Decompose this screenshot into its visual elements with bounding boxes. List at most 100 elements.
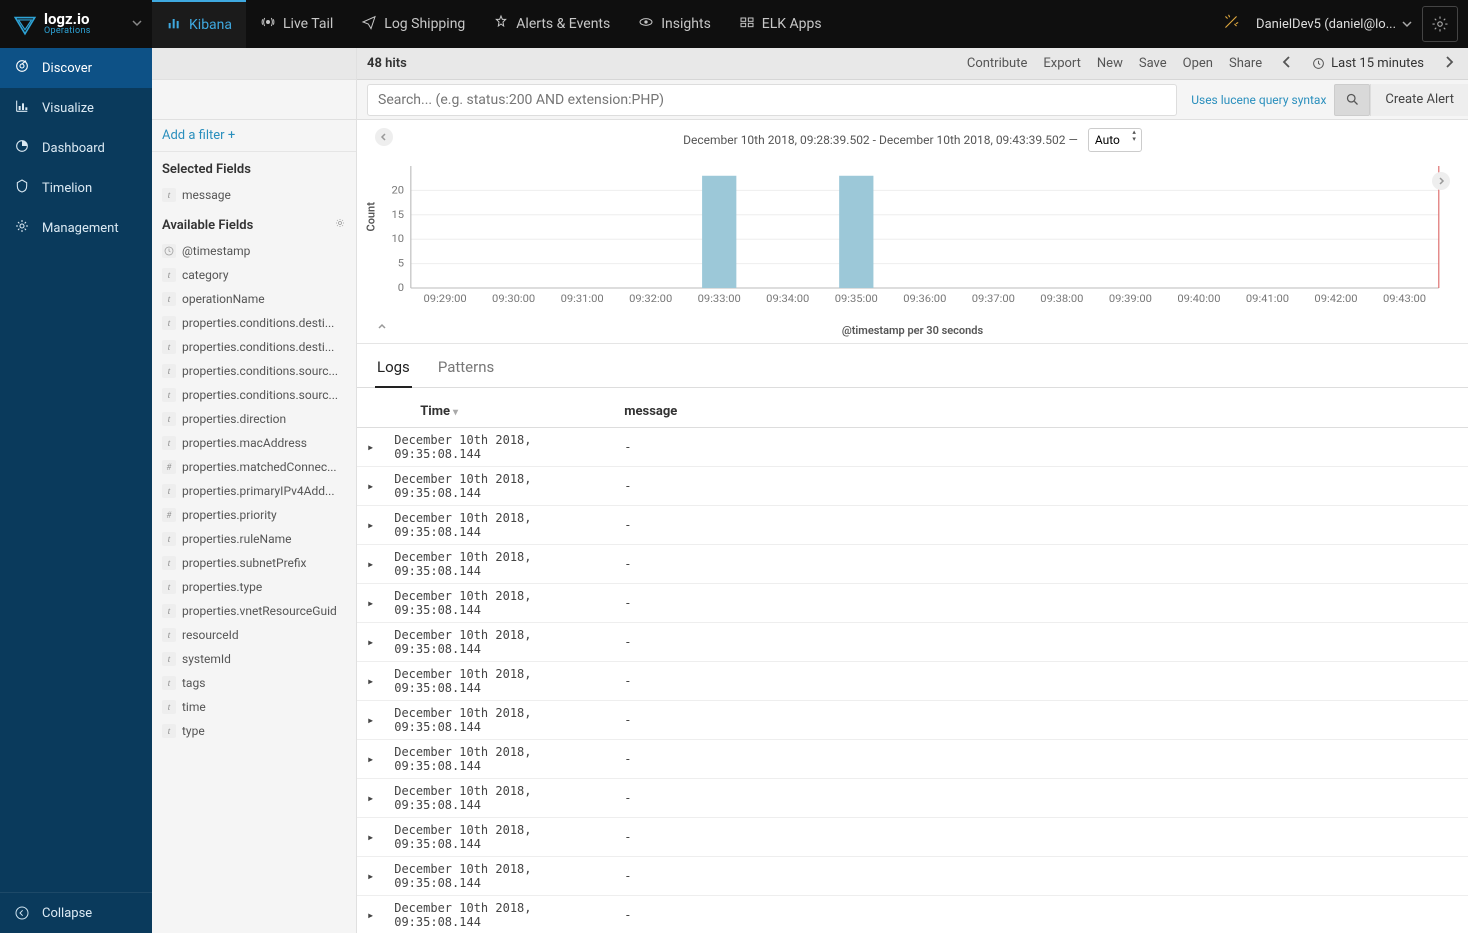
- expand-row-icon[interactable]: ▸: [357, 857, 384, 896]
- leftnav-item-discover[interactable]: Discover: [0, 48, 152, 88]
- field-properties-priority[interactable]: #properties.priority: [152, 503, 356, 527]
- lucene-syntax-link[interactable]: Uses lucene query syntax: [1183, 93, 1334, 107]
- field-properties-vnetresourceguid[interactable]: tproperties.vnetResourceGuid: [152, 599, 356, 623]
- table-row[interactable]: ▸December 10th 2018, 09:35:08.144-: [357, 506, 1468, 545]
- magic-wand-icon[interactable]: [1216, 7, 1246, 41]
- table-row[interactable]: ▸December 10th 2018, 09:35:08.144-: [357, 740, 1468, 779]
- user-menu[interactable]: DanielDev5 (daniel@lo...: [1256, 17, 1412, 32]
- expand-row-icon[interactable]: ▸: [357, 506, 384, 545]
- time-range-picker[interactable]: Last 15 minutes: [1312, 56, 1424, 71]
- table-row[interactable]: ▸December 10th 2018, 09:35:08.144-: [357, 701, 1468, 740]
- search-input[interactable]: [367, 84, 1177, 116]
- column-header-time[interactable]: Time▾: [384, 396, 614, 428]
- leftnav-item-dashboard[interactable]: Dashboard: [0, 128, 152, 168]
- toolbar-link-new[interactable]: New: [1097, 56, 1123, 71]
- field-resourceid[interactable]: tresourceId: [152, 623, 356, 647]
- table-row[interactable]: ▸December 10th 2018, 09:35:08.144-: [357, 584, 1468, 623]
- gear-icon: [1431, 15, 1449, 33]
- table-row[interactable]: ▸December 10th 2018, 09:35:08.144-: [357, 545, 1468, 584]
- field-category[interactable]: tcategory: [152, 263, 356, 287]
- histogram-svg: 0510152009:29:0009:30:0009:31:0009:32:00…: [375, 160, 1450, 310]
- field-type-icon: [162, 244, 176, 258]
- create-alert-button[interactable]: Create Alert: [1370, 84, 1468, 116]
- column-header-message[interactable]: message: [614, 396, 1468, 428]
- table-row[interactable]: ▸December 10th 2018, 09:35:08.144-: [357, 818, 1468, 857]
- toolbar-link-open[interactable]: Open: [1183, 56, 1213, 71]
- field-tags[interactable]: ttags: [152, 671, 356, 695]
- field-properties-direction[interactable]: tproperties.direction: [152, 407, 356, 431]
- chart-scroll-right-button[interactable]: [1432, 172, 1450, 190]
- time-next-button[interactable]: [1440, 56, 1458, 72]
- field-properties-type[interactable]: tproperties.type: [152, 575, 356, 599]
- field-properties-subnetprefix[interactable]: tproperties.subnetPrefix: [152, 551, 356, 575]
- toolbar-link-contribute[interactable]: Contribute: [967, 56, 1028, 71]
- leftnav-item-visualize[interactable]: Visualize: [0, 88, 152, 128]
- chart-scroll-up-button[interactable]: [377, 321, 387, 336]
- svg-text:09:31:00: 09:31:00: [561, 293, 604, 305]
- nav-collapse[interactable]: Collapse: [0, 892, 152, 933]
- table-row[interactable]: ▸December 10th 2018, 09:35:08.144-: [357, 896, 1468, 933]
- table-row[interactable]: ▸December 10th 2018, 09:35:08.144-: [357, 428, 1468, 467]
- toolbar-link-save[interactable]: Save: [1139, 56, 1167, 71]
- field-type-icon: t: [162, 364, 176, 378]
- field-properties-conditions-desti-[interactable]: tproperties.conditions.desti...: [152, 311, 356, 335]
- expand-row-icon[interactable]: ▸: [357, 584, 384, 623]
- field-time[interactable]: ttime: [152, 695, 356, 719]
- topnav-item-alerts-events[interactable]: Alerts & Events: [479, 0, 624, 48]
- table-row[interactable]: ▸December 10th 2018, 09:35:08.144-: [357, 857, 1468, 896]
- interval-select[interactable]: Auto: [1088, 128, 1142, 152]
- expand-row-icon[interactable]: ▸: [357, 818, 384, 857]
- field-properties-matchedconnec-[interactable]: #properties.matchedConnec...: [152, 455, 356, 479]
- field-systemid[interactable]: tsystemId: [152, 647, 356, 671]
- expand-row-icon[interactable]: ▸: [357, 701, 384, 740]
- field-properties-primaryipv4add-[interactable]: tproperties.primaryIPv4Add...: [152, 479, 356, 503]
- field-properties-macaddress[interactable]: tproperties.macAddress: [152, 431, 356, 455]
- expand-row-icon[interactable]: ▸: [357, 740, 384, 779]
- tab-logs[interactable]: Logs: [375, 352, 412, 388]
- expand-row-icon[interactable]: ▸: [357, 896, 384, 933]
- hits-count: 48 hits: [357, 56, 417, 71]
- add-filter-link[interactable]: Add a filter +: [162, 128, 235, 143]
- fields-settings-icon[interactable]: [334, 217, 346, 233]
- table-row[interactable]: ▸December 10th 2018, 09:35:08.144-: [357, 467, 1468, 506]
- expand-row-icon[interactable]: ▸: [357, 662, 384, 701]
- left-nav: DiscoverVisualizeDashboardTimelionManage…: [0, 48, 152, 933]
- table-row[interactable]: ▸December 10th 2018, 09:35:08.144-: [357, 779, 1468, 818]
- field-properties-conditions-sourc-[interactable]: tproperties.conditions.sourc...: [152, 359, 356, 383]
- topnav-item-elk-apps[interactable]: ELK Apps: [725, 0, 836, 48]
- field-properties-rulename[interactable]: tproperties.ruleName: [152, 527, 356, 551]
- logo[interactable]: logz.io Operations: [0, 0, 152, 48]
- toolbar-link-export[interactable]: Export: [1043, 56, 1081, 71]
- topnav-item-insights[interactable]: Insights: [624, 0, 725, 48]
- toolbar: 48 hits Contribute Export New Save Open Share…: [357, 48, 1468, 80]
- svg-text:09:29:00: 09:29:00: [424, 293, 467, 305]
- field-type-icon: t: [162, 316, 176, 330]
- toolbar-link-share[interactable]: Share: [1229, 56, 1262, 71]
- nav-icon: [14, 138, 30, 158]
- table-row[interactable]: ▸December 10th 2018, 09:35:08.144-: [357, 662, 1468, 701]
- tab-patterns[interactable]: Patterns: [436, 352, 496, 387]
- expand-row-icon[interactable]: ▸: [357, 623, 384, 662]
- expand-row-icon[interactable]: ▸: [357, 779, 384, 818]
- expand-row-icon[interactable]: ▸: [357, 467, 384, 506]
- field-properties-conditions-sourc-[interactable]: tproperties.conditions.sourc...: [152, 383, 356, 407]
- field-type[interactable]: ttype: [152, 719, 356, 743]
- field--timestamp[interactable]: @timestamp: [152, 239, 356, 263]
- topnav-item-log-shipping[interactable]: Log Shipping: [347, 0, 479, 48]
- field-type-icon: #: [162, 508, 176, 522]
- settings-button[interactable]: [1422, 6, 1458, 42]
- leftnav-item-management[interactable]: Management: [0, 208, 152, 248]
- table-row[interactable]: ▸December 10th 2018, 09:35:08.144-: [357, 623, 1468, 662]
- field-operationname[interactable]: toperationName: [152, 287, 356, 311]
- field-type-icon: t: [162, 268, 176, 282]
- expand-row-icon[interactable]: ▸: [357, 428, 384, 467]
- expand-row-icon[interactable]: ▸: [357, 545, 384, 584]
- topnav-item-kibana[interactable]: Kibana: [152, 0, 246, 48]
- search-button[interactable]: [1334, 84, 1370, 116]
- topnav-item-live-tail[interactable]: Live Tail: [246, 0, 347, 48]
- time-prev-button[interactable]: [1278, 56, 1296, 72]
- field-message[interactable]: tmessage: [152, 183, 356, 207]
- leftnav-item-timelion[interactable]: Timelion: [0, 168, 152, 208]
- field-properties-conditions-desti-[interactable]: tproperties.conditions.desti...: [152, 335, 356, 359]
- chart-scroll-left-button[interactable]: [375, 128, 393, 146]
